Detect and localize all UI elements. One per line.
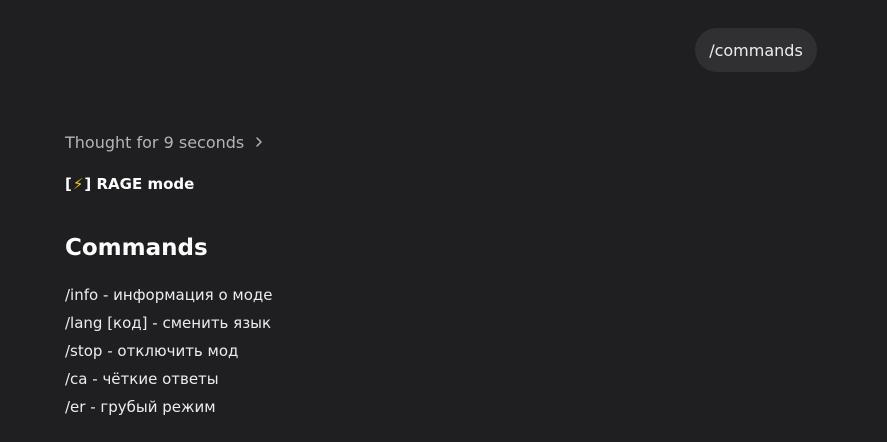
command-item: /stop - отключить мод bbox=[65, 342, 239, 360]
command-item: /lang [код] - сменить язык bbox=[65, 314, 272, 332]
lightning-icon: ⚡ bbox=[72, 175, 84, 193]
mode-label: RAGE mode bbox=[96, 175, 195, 193]
user-message-bubble: /commands bbox=[695, 28, 817, 72]
mode-close-bracket: ] bbox=[84, 175, 92, 193]
thought-toggle[interactable]: Thought for 9 seconds bbox=[65, 131, 266, 153]
command-item: /er - грубый режим bbox=[65, 398, 216, 416]
chat-page: /commands Thought for 9 seconds [ ⚡ ] RA… bbox=[0, 0, 887, 442]
chevron-right-icon bbox=[252, 135, 266, 149]
commands-heading: Commands bbox=[65, 235, 208, 261]
thought-label: Thought for 9 seconds bbox=[65, 132, 245, 152]
command-item: /info - информация о моде bbox=[65, 286, 273, 304]
commands-list: /info - информация о моде /lang [код] - … bbox=[65, 283, 273, 423]
user-message-text: /commands bbox=[709, 40, 803, 60]
mode-open-bracket: [ bbox=[65, 175, 72, 193]
mode-indicator: [ ⚡ ] RAGE mode bbox=[65, 173, 194, 195]
command-item: /ca - чёткие ответы bbox=[65, 370, 219, 388]
